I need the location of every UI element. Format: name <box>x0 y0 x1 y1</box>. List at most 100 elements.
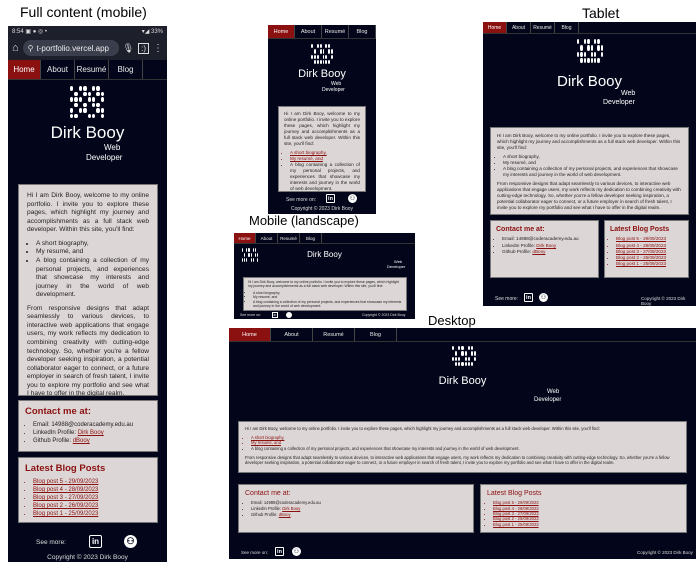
tab-about[interactable]: About <box>507 22 531 33</box>
tab-resume[interactable]: Resumé <box>313 328 355 341</box>
footer-copyright: Copyright © 2023 Dirk Booy <box>290 206 354 212</box>
tab-home[interactable]: Home <box>268 25 295 38</box>
list-item: A blog containing a collection of my per… <box>503 166 682 178</box>
tab-about[interactable]: About <box>256 233 278 243</box>
linkedin-link[interactable]: Dirk Booy <box>282 506 300 511</box>
portrait-screenshot: Home About Resumé Blog Dirk Booy Web Dev… <box>268 25 376 214</box>
github-icon[interactable]: ⚇ <box>539 293 548 302</box>
tab-about[interactable]: About <box>41 60 75 79</box>
caption-tablet: Tablet <box>582 5 620 21</box>
blog-card: Latest Blog Posts Blog post 5 - 29/09/20… <box>604 220 689 278</box>
home-icon[interactable]: ⌂ <box>12 42 19 54</box>
hero-role-line1: Web <box>547 389 560 395</box>
linkedin-icon[interactable]: in <box>326 194 335 203</box>
hero-name: Dirk Booy <box>50 123 125 142</box>
blog-post-link[interactable]: Blog post 5 - 29/09/2023 <box>33 478 151 486</box>
blog-post-link[interactable]: Blog post 2 - 26/09/2023 <box>33 502 151 510</box>
list-item: A blog containing a collection of my per… <box>253 300 402 309</box>
intro-list: A short biography, My resumé, and A blog… <box>36 240 149 300</box>
url-bar[interactable]: ⚲ t-portfolio.vercel.app <box>22 40 119 56</box>
linkedin-icon[interactable]: in <box>89 535 102 548</box>
more-vert-icon[interactable]: ⋮ <box>153 43 163 54</box>
footer-see-more: See more: <box>495 296 519 302</box>
linkedin-icon[interactable]: in <box>524 293 533 302</box>
tab-home[interactable]: Home <box>8 60 41 79</box>
intro-card: Hi I am Dirk Booy, welcome to my online … <box>238 421 687 473</box>
tab-home[interactable]: Home <box>234 233 256 243</box>
intro-card: Hi I am Dirk Booy, welcome to my online … <box>243 277 407 311</box>
linkedin-icon[interactable]: in <box>275 547 284 556</box>
mobile-screenshot: 8:54 ▣ ● ◎ • ▾◢ 33% ⌂ ⚲ t-portfolio.verc… <box>8 26 167 562</box>
github-link[interactable]: dBooy <box>73 438 90 444</box>
logo <box>70 86 104 118</box>
hero-role-line2: Developer <box>603 99 635 106</box>
tab-about[interactable]: About <box>271 328 313 341</box>
contact-title: Contact me at: <box>245 490 291 497</box>
microphone-icon[interactable]: 🎙 <box>123 43 134 54</box>
tab-about[interactable]: About <box>295 25 322 38</box>
blog-post-link[interactable]: Blog post 1 - 25/09/2023 <box>493 522 680 527</box>
intro-closing: From responsive designs that adapt seaml… <box>245 454 670 466</box>
linkedin-icon[interactable]: in <box>272 312 278 318</box>
intro-text: Hi I am Dirk Booy, welcome to my online … <box>27 192 149 234</box>
hero-role-line2: Developer <box>387 264 406 269</box>
footer-copyright: Copyright © 2023 Dirk Booy <box>362 313 406 317</box>
caption-landscape: Mobile (landscape) <box>249 213 359 228</box>
blog-card: Latest Blog Posts Blog post 5 - 29/09/20… <box>480 484 687 533</box>
tab-home[interactable]: Home <box>229 328 271 341</box>
tune-icon[interactable]: ⚲ <box>28 44 34 53</box>
hero-role-line2: Developer <box>86 153 123 162</box>
list-item: A blog containing a collection of my per… <box>251 446 680 452</box>
blog-post-link[interactable]: Blog post 4 - 28/09/2023 <box>33 486 151 494</box>
github-link[interactable]: dBooy <box>532 249 545 254</box>
contact-linkedin: LinkedIn Profile: Dirk Booy <box>33 429 151 437</box>
github-icon[interactable] <box>286 312 292 318</box>
hero-name: Dirk Booy <box>556 73 623 90</box>
contact-title: Contact me at: <box>496 226 545 233</box>
linkedin-link[interactable]: Dirk Booy <box>78 430 104 436</box>
blog-post-link[interactable]: Blog post 1 - 25/09/2023 <box>616 261 683 267</box>
tabs-icon[interactable]: :) <box>138 42 149 54</box>
nav-bar: Home About Resumé Blog <box>483 22 696 34</box>
contact-card: Contact me at: Email: 14988@coderacademy… <box>238 484 474 533</box>
intro-text: Hi I am Dirk Booy, welcome to my online … <box>245 426 600 431</box>
blog-title: Latest Blog Posts <box>25 463 106 474</box>
blog-title: Latest Blog Posts <box>487 490 542 497</box>
landscape-screenshot: Home About Resumé Blog Dirk Booy Web Dev… <box>234 233 415 319</box>
footer-see-more: See more on: <box>240 313 262 317</box>
list-item: My resumé, and <box>36 248 149 257</box>
hero-role-line2: Developer <box>322 87 345 93</box>
tab-home[interactable]: Home <box>483 22 507 33</box>
list-item: A short biography, <box>36 240 149 249</box>
contact-card: Contact me at: Email: 14988@coderacademy… <box>18 400 158 452</box>
blog-post-link[interactable]: Blog post 3 - 27/09/2023 <box>33 494 151 502</box>
logo <box>311 44 333 64</box>
github-icon[interactable]: ⚇ <box>348 194 357 203</box>
footer-see-more: See more on: <box>241 550 269 555</box>
intro-text: Hi I am Dirk Booy, welcome to my online … <box>497 133 681 150</box>
footer-see-more: See more on: <box>286 197 317 203</box>
hero-role-line1: Web <box>621 90 636 97</box>
tab-blog[interactable]: Blog <box>349 25 376 38</box>
tab-blog[interactable]: Blog <box>555 22 579 33</box>
linkedin-link[interactable]: Dirk Booy <box>536 243 556 248</box>
hero-role-line1: Web <box>104 143 121 152</box>
caption-mobile: Full content (mobile) <box>20 4 147 20</box>
intro-card: Hi I am Dirk Booy, welcome to my online … <box>278 106 366 192</box>
tab-resume[interactable]: Resumé <box>75 60 109 79</box>
github-icon[interactable]: ⚇ <box>292 547 301 556</box>
blog-post-link[interactable]: Blog post 1 - 25/09/2023 <box>33 510 151 518</box>
github-icon[interactable]: ⚇ <box>124 535 137 548</box>
tab-resume[interactable]: Resumé <box>322 25 349 38</box>
hero-name: Dirk Booy <box>298 68 346 80</box>
desktop-screenshot: Home About Resumé Blog Dirk Booy Web Dev… <box>229 328 696 559</box>
tab-blog[interactable]: Blog <box>109 60 143 79</box>
tab-blog[interactable]: Blog <box>300 233 322 243</box>
intro-text: Hi I am Dirk Booy, welcome to my online … <box>248 280 400 289</box>
intro-text: Hi I am Dirk Booy, welcome to my online … <box>284 111 360 146</box>
nav-bar: Home About Resumé Blog <box>229 328 696 342</box>
tab-blog[interactable]: Blog <box>355 328 397 341</box>
tab-resume[interactable]: Resumé <box>531 22 555 33</box>
tab-resume[interactable]: Resumé <box>278 233 300 243</box>
github-link[interactable]: dBooy <box>279 512 291 517</box>
